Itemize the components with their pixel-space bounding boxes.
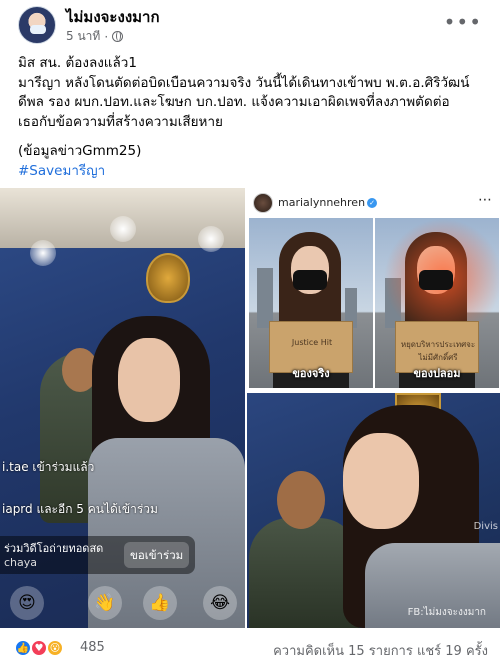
woman-face: [343, 433, 419, 529]
ceiling-light: [30, 240, 56, 266]
laugh-reaction-icon[interactable]: 😂: [203, 586, 237, 620]
press-photo[interactable]: Divis FB:ไม่มงจะงงมาก: [247, 393, 500, 628]
globe-icon: [112, 31, 124, 42]
like-icon[interactable]: 👍: [14, 639, 32, 657]
request-join-button[interactable]: ขอเข้าร่วม: [124, 542, 190, 568]
join-box-title: ร่วมวิดีโอถ่ายทอดสด: [4, 542, 104, 555]
ig-username: marialynnehren ✓: [278, 196, 378, 209]
post-time[interactable]: 5 นาที: [66, 27, 100, 46]
watermark: FB:ไม่มงจะงงมาก: [407, 607, 486, 618]
heart-eyes-reaction-icon[interactable]: 😍: [10, 586, 44, 620]
live-comment: i.tae เข้าร่วมแล้ว: [2, 460, 95, 474]
post-text: มิส สน. ต้องลงแล้ว1 มารีญา หลังโดนตัดต่อ…: [18, 54, 488, 181]
police-seal: [146, 253, 190, 303]
live-reaction-row: 😍 👋 👍 😂: [0, 584, 245, 624]
post-header: ไม่มงจะงงมาก 5 นาที · •••: [0, 0, 500, 48]
post-media[interactable]: i.tae เข้าร่วมแล้ว iaprd และอีก 5 คนได้เ…: [0, 188, 500, 628]
post-line-1: มิส สน. ต้องลงแล้ว1: [18, 55, 137, 71]
fake-caption: ของปลอม: [413, 367, 461, 380]
post-source: (ข้อมูลข่าวGmm25): [18, 143, 142, 159]
live-comment: iaprd และอีก 5 คนได้เข้าร่วม: [2, 502, 158, 516]
ceiling-light: [110, 216, 136, 242]
more-options-icon[interactable]: •••: [444, 10, 482, 34]
post-line-2: มารีญา หลังโดนตัดต่อบิดเบือนความจริง วัน…: [18, 74, 470, 91]
love-icon[interactable]: ♥: [30, 639, 48, 657]
sign-text: Justice Hit: [291, 338, 333, 347]
thumbs-up-reaction-icon[interactable]: 👍: [143, 586, 177, 620]
post-line-4: เธอกับข้อความที่สร้างความเสียหาย: [18, 113, 223, 130]
post-footer: 👍 ♥ 😮 485 ความคิดเห็น 15 รายการ แชร์ 19 …: [0, 630, 500, 663]
division-text: Divis: [473, 521, 498, 532]
join-box-user: chaya: [4, 556, 38, 569]
real-photo: Justice Hit ของจริง: [249, 218, 373, 388]
woman-face: [118, 338, 180, 422]
post-meta: 5 นาที ·: [66, 27, 124, 46]
join-live-box: ร่วมวิดีโอถ่ายทอดสด chaya ขอเข้าร่วม: [0, 536, 195, 574]
girl-mask: [419, 270, 453, 290]
wow-icon[interactable]: 😮: [46, 639, 64, 657]
instagram-comparison[interactable]: marialynnehren ✓ ⋯ Justice Hit ของจริง หย…: [247, 188, 500, 391]
meta-separator: ·: [104, 29, 109, 44]
real-caption: ของจริง: [292, 367, 330, 380]
girl-mask: [293, 270, 327, 290]
fake-photo: หยุดบริหารประเทศจะไม่มีศักดิ์ศรี ของปลอม: [375, 218, 499, 388]
ig-username-text: marialynnehren: [278, 196, 366, 209]
face-mask: [30, 25, 46, 34]
ig-more-icon: ⋯: [478, 192, 492, 208]
comments-shares-count[interactable]: ความคิดเห็น 15 รายการ แชร์ 19 ครั้ง: [273, 640, 488, 661]
ig-avatar: [253, 193, 273, 213]
author-avatar[interactable]: [18, 6, 56, 44]
hashtag-link[interactable]: #Saveมารีญา: [18, 162, 488, 182]
officer-head: [277, 471, 325, 529]
reaction-count[interactable]: 485: [80, 640, 105, 655]
building: [257, 268, 273, 328]
live-video-frame[interactable]: i.tae เข้าร่วมแล้ว iaprd และอีก 5 คนได้เ…: [0, 188, 245, 628]
post-line-3: ดีพล รอง ผบก.ปอท.และโฆษก บก.ปอท. แจ้งควา…: [18, 94, 450, 110]
verified-badge-icon: ✓: [367, 198, 378, 208]
ceiling-light: [198, 226, 224, 252]
sign-text: หยุดบริหารประเทศจะไม่มีศักดิ์ศรี: [400, 340, 476, 362]
author-name[interactable]: ไม่มงจะงงมาก: [66, 5, 160, 29]
wave-reaction-icon[interactable]: 👋: [88, 586, 122, 620]
